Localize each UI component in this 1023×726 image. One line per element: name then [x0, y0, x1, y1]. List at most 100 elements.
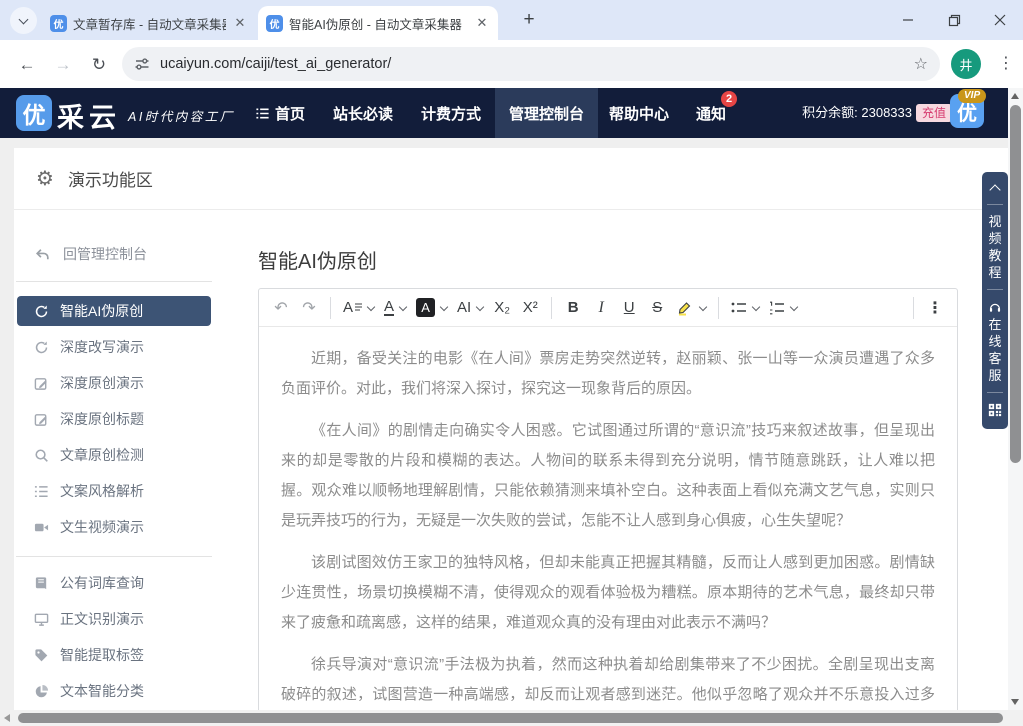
vip-badge: VIP: [958, 89, 986, 103]
minimize-button[interactable]: [885, 0, 931, 40]
nav-item-must-read[interactable]: 站长必读: [330, 88, 396, 138]
tab-article-storage[interactable]: 优 文章暂存库 - 自动文章采集器- ✕: [42, 6, 256, 40]
toolbar-overflow-button[interactable]: ⋮: [923, 294, 947, 322]
edit-icon: [34, 412, 49, 427]
forward-button[interactable]: →: [50, 52, 76, 78]
chevron-down-icon: [19, 14, 29, 24]
minimize-icon: [902, 14, 914, 26]
video-tutorial-button[interactable]: 视频教程: [988, 213, 1003, 281]
sidebar-item-original-title[interactable]: 深度原创标题: [17, 404, 211, 434]
toolbar-separator: [551, 297, 552, 319]
sidebar-item-style-analysis[interactable]: 文案风格解析: [17, 476, 211, 506]
text-lines-icon: [355, 303, 362, 312]
paragraph: 近期，备受关注的电影《在人间》票房走势突然逆转，赵丽颖、张一山等一众演员遭遇了众…: [281, 344, 935, 404]
site-logo-name: 采云: [57, 96, 121, 135]
sync-icon: [34, 340, 49, 355]
section-header: ⚙ 演示功能区: [14, 148, 1008, 210]
scroll-down-arrow[interactable]: [1011, 699, 1019, 705]
bookmark-star-icon[interactable]: ☆: [914, 54, 928, 74]
horizontal-scrollbar[interactable]: [0, 710, 1023, 726]
text-color-button[interactable]: A: [381, 294, 409, 322]
sidebar-item-deep-original[interactable]: 深度原创演示: [17, 368, 211, 398]
numbered-list-button[interactable]: [766, 294, 800, 322]
strikethrough-button[interactable]: S: [645, 294, 669, 322]
close-tab-icon[interactable]: ✕: [232, 15, 248, 31]
restore-button[interactable]: [931, 0, 977, 40]
nav-item-pricing[interactable]: 计费方式: [418, 88, 484, 138]
redo-button[interactable]: ↷: [297, 294, 321, 322]
italic-button[interactable]: I: [589, 294, 613, 322]
browser-window: 优 文章暂存库 - 自动文章采集器- ✕ 优 智能AI伪原创 - 自动文章采集器…: [0, 0, 1023, 726]
video-icon: [34, 520, 49, 535]
chevron-down-icon: [752, 302, 760, 310]
floatbar-divider: [987, 392, 1003, 393]
pie-icon: [34, 684, 49, 699]
profile-avatar[interactable]: 井: [951, 49, 981, 79]
font-style-button[interactable]: A: [340, 294, 377, 322]
bullet-list-icon: [731, 301, 747, 315]
nav-item-home[interactable]: 首页: [248, 88, 312, 138]
qr-code-icon[interactable]: [988, 403, 1002, 417]
site-favicon: 优: [266, 15, 283, 32]
underline-button[interactable]: U: [617, 294, 641, 322]
chevron-down-icon: [399, 302, 407, 310]
recharge-button[interactable]: 充值: [916, 104, 952, 122]
close-window-button[interactable]: [977, 0, 1023, 40]
tab-strip: 优 文章暂存库 - 自动文章采集器- ✕ 优 智能AI伪原创 - 自动文章采集器…: [0, 0, 1023, 40]
sidebar-item-originality-check[interactable]: 文章原创检测: [17, 440, 211, 470]
sidebar-item-body-recognition[interactable]: 正文识别演示: [17, 604, 211, 634]
toolbar-separator: [330, 297, 331, 319]
chevron-down-icon: [790, 302, 798, 310]
site-logo[interactable]: 优: [16, 95, 52, 131]
sidebar-item-text-to-video[interactable]: 文生视频演示: [17, 512, 211, 542]
address-bar[interactable]: ucaiyun.com/caiji/test_ai_generator/ ☆: [122, 47, 940, 81]
superscript-button[interactable]: X²: [518, 294, 542, 322]
vertical-scrollbar-thumb[interactable]: [1010, 105, 1021, 463]
editor-toolbar: ↶ ↷ A A A AI X₂ X² B: [259, 289, 957, 327]
font-size-button[interactable]: AI: [454, 294, 486, 322]
reload-button[interactable]: ↻: [86, 52, 112, 78]
list-icon: [255, 106, 270, 121]
nav-item-help[interactable]: 帮助中心: [606, 88, 672, 138]
scroll-left-arrow[interactable]: [4, 714, 10, 722]
monitor-icon: [34, 612, 49, 627]
floating-sidebar: 视频教程 在线客服: [982, 172, 1008, 429]
sidebar-item-public-lexicon[interactable]: 公有词库查询: [17, 568, 211, 598]
collapse-chevron-icon[interactable]: [989, 184, 1000, 195]
horizontal-scrollbar-thumb[interactable]: [18, 713, 1003, 723]
edit-icon: [34, 376, 49, 391]
floatbar-divider: [987, 204, 1003, 205]
site-favicon: 优: [50, 15, 67, 32]
tab-search-button[interactable]: [10, 7, 37, 34]
browser-menu-button[interactable]: ⋮: [994, 51, 1018, 77]
bold-button[interactable]: B: [561, 294, 585, 322]
subscript-button[interactable]: X₂: [490, 294, 514, 322]
editor-content[interactable]: 近期，备受关注的电影《在人间》票房走势突然逆转，赵丽颖、张一山等一众演员遭遇了众…: [259, 327, 957, 726]
numbered-list-icon: [769, 301, 785, 315]
sidebar-item-deep-rewrite[interactable]: 深度改写演示: [17, 332, 211, 362]
chevron-down-icon: [367, 302, 375, 310]
undo-button[interactable]: ↶: [269, 294, 293, 322]
tab-ai-rewrite-active[interactable]: 优 智能AI伪原创 - 自动文章采集器 ✕: [258, 6, 498, 40]
url-text: ucaiyun.com/caiji/test_ai_generator/: [160, 56, 914, 72]
nav-item-console-active[interactable]: 管理控制台: [495, 88, 598, 138]
background-color-button[interactable]: A: [413, 294, 450, 322]
online-service-button[interactable]: 在线客服: [988, 316, 1003, 384]
site-settings-icon: [134, 56, 150, 72]
sidebar-item-ai-rewrite[interactable]: 智能AI伪原创: [17, 296, 211, 326]
sidebar-item-text-classification[interactable]: 文本智能分类: [17, 676, 211, 706]
site-tagline: AI时代内容工厂: [128, 106, 235, 125]
highlight-button[interactable]: [673, 294, 709, 322]
new-tab-button[interactable]: +: [516, 8, 542, 34]
page-title: 智能AI伪原创: [258, 245, 377, 274]
headset-icon: [988, 300, 1002, 314]
sidebar-item-tag-extraction[interactable]: 智能提取标签: [17, 640, 211, 670]
tag-icon: [34, 648, 49, 663]
vertical-scrollbar[interactable]: [1008, 88, 1023, 710]
bullet-list-button[interactable]: [728, 294, 762, 322]
back-button[interactable]: ←: [14, 52, 40, 78]
sidebar-back-to-console[interactable]: 回管理控制台: [34, 240, 147, 268]
rich-text-editor: ↶ ↷ A A A AI X₂ X² B: [258, 288, 958, 726]
close-tab-icon[interactable]: ✕: [474, 15, 490, 31]
scroll-up-arrow[interactable]: [1011, 93, 1019, 99]
